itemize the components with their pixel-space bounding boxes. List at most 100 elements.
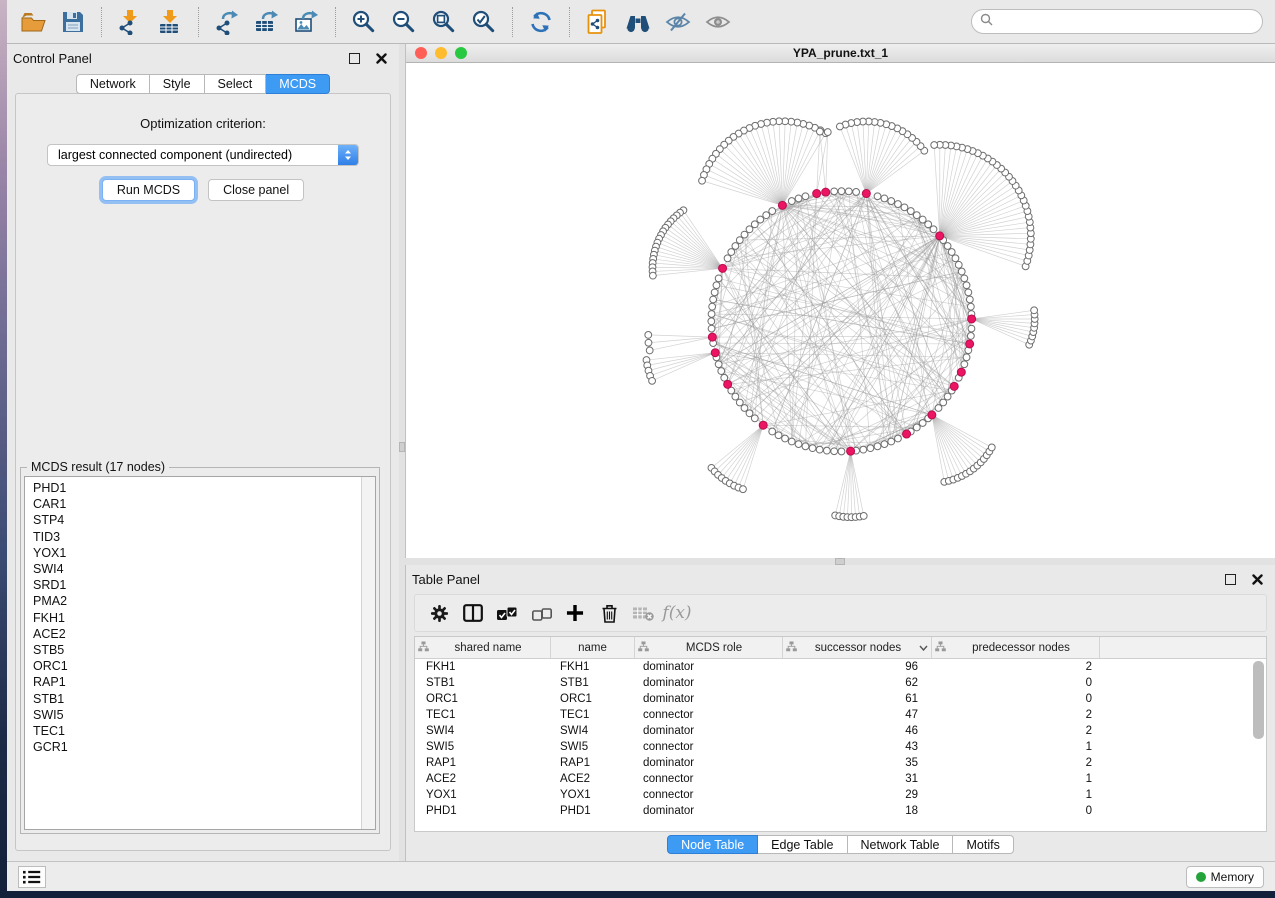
mcds-result-item[interactable]: YOX1: [33, 545, 375, 561]
tab-network[interactable]: Network: [76, 74, 150, 94]
network-node[interactable]: [746, 226, 753, 233]
network-node[interactable]: [888, 198, 895, 205]
memory-button[interactable]: Memory: [1186, 866, 1264, 888]
mcds-result-item[interactable]: SWI5: [33, 707, 375, 723]
network-node[interactable]: [709, 303, 716, 310]
network-node[interactable]: [895, 435, 902, 442]
save-button[interactable]: [55, 5, 91, 39]
import-table-button[interactable]: [152, 5, 188, 39]
table-row[interactable]: PHD1PHD1dominator180: [415, 803, 1266, 819]
mcds-result-item[interactable]: ORC1: [33, 658, 375, 674]
mcds-node[interactable]: [903, 430, 911, 438]
mcds-result-item[interactable]: STB5: [33, 642, 375, 658]
network-node[interactable]: [860, 513, 867, 520]
mcds-node[interactable]: [719, 264, 727, 272]
network-node[interactable]: [881, 441, 888, 448]
network-node[interactable]: [930, 226, 937, 233]
table-row[interactable]: ORC1ORC1dominator610: [415, 691, 1266, 707]
table-cell[interactable]: 1: [932, 773, 1100, 785]
table-row[interactable]: STB1STB1dominator620: [415, 675, 1266, 691]
mcds-node[interactable]: [708, 333, 716, 341]
table-cell[interactable]: 43: [783, 741, 932, 753]
run-mcds-button[interactable]: Run MCDS: [102, 179, 195, 201]
network-node[interactable]: [907, 208, 914, 215]
network-node[interactable]: [728, 249, 735, 256]
network-node[interactable]: [824, 129, 831, 136]
network-node[interactable]: [963, 354, 970, 361]
network-node[interactable]: [967, 303, 974, 310]
mcds-result-item[interactable]: STB1: [33, 691, 375, 707]
delete-column-button[interactable]: [593, 598, 625, 628]
network-node[interactable]: [711, 289, 718, 296]
table-row[interactable]: YOX1YOX1connector291: [415, 787, 1266, 803]
refresh-button[interactable]: [523, 5, 559, 39]
network-node[interactable]: [958, 268, 965, 275]
network-node[interactable]: [919, 216, 926, 223]
mcds-node[interactable]: [936, 232, 944, 240]
close-window-button[interactable]: [415, 47, 427, 59]
network-node[interactable]: [795, 195, 802, 202]
table-cell[interactable]: 61: [783, 693, 932, 705]
table-cell[interactable]: 0: [932, 677, 1100, 689]
network-node[interactable]: [736, 237, 743, 244]
close-panel-button[interactable]: [374, 51, 389, 66]
table-cell[interactable]: dominator: [635, 805, 783, 817]
table-cell[interactable]: 35: [783, 757, 932, 769]
show-panels-button[interactable]: [18, 866, 46, 888]
table-cell[interactable]: SWI5: [415, 741, 551, 753]
table-cell[interactable]: 2: [932, 757, 1100, 769]
network-node[interactable]: [816, 128, 823, 135]
select-all-button[interactable]: [491, 598, 523, 628]
mcds-node[interactable]: [968, 315, 976, 323]
float-panel-button[interactable]: [347, 51, 362, 66]
table-cell[interactable]: TEC1: [551, 709, 635, 721]
mcds-node[interactable]: [822, 188, 830, 196]
table-cell[interactable]: connector: [635, 741, 783, 753]
network-node[interactable]: [715, 275, 722, 282]
network-node[interactable]: [838, 188, 845, 195]
network-node[interactable]: [968, 325, 975, 332]
table-cell[interactable]: TEC1: [415, 709, 551, 721]
mcds-node[interactable]: [778, 201, 786, 209]
mcds-node[interactable]: [759, 421, 767, 429]
network-node[interactable]: [649, 272, 656, 279]
network-node[interactable]: [795, 441, 802, 448]
vertical-splitter[interactable]: [399, 44, 405, 861]
network-node[interactable]: [782, 435, 789, 442]
network-node[interactable]: [751, 221, 758, 228]
horizontal-splitter[interactable]: [405, 558, 1275, 565]
network-node[interactable]: [769, 428, 776, 435]
table-cell[interactable]: 1: [932, 789, 1100, 801]
network-node[interactable]: [699, 177, 706, 184]
table-cell[interactable]: 47: [783, 709, 932, 721]
table-cell[interactable]: 96: [783, 661, 932, 673]
table-cell[interactable]: dominator: [635, 693, 783, 705]
table-cell[interactable]: 1: [932, 741, 1100, 753]
mcds-result-item[interactable]: FKH1: [33, 610, 375, 626]
search-input[interactable]: [999, 14, 1254, 30]
network-node[interactable]: [809, 445, 816, 452]
table-cell[interactable]: connector: [635, 773, 783, 785]
network-node[interactable]: [769, 208, 776, 215]
network-node[interactable]: [802, 443, 809, 450]
open-button[interactable]: [15, 5, 51, 39]
table-row[interactable]: RAP1RAP1dominator352: [415, 755, 1266, 771]
tab-network-table[interactable]: Network Table: [848, 835, 954, 854]
network-node[interactable]: [816, 446, 823, 453]
table-cell[interactable]: SWI5: [551, 741, 635, 753]
export-table-button[interactable]: [249, 5, 285, 39]
network-node[interactable]: [952, 255, 959, 262]
mcds-node[interactable]: [724, 380, 732, 388]
zoom-out-button[interactable]: [386, 5, 422, 39]
mcds-result-item[interactable]: CAR1: [33, 496, 375, 512]
network-node[interactable]: [913, 424, 920, 431]
mcds-node[interactable]: [813, 190, 821, 198]
network-node[interactable]: [708, 311, 715, 318]
table-cell[interactable]: 2: [932, 725, 1100, 737]
network-node[interactable]: [718, 368, 725, 375]
network-node[interactable]: [746, 410, 753, 417]
network-node[interactable]: [646, 347, 653, 354]
import-network-button[interactable]: [112, 5, 148, 39]
network-node[interactable]: [881, 195, 888, 202]
mcds-result-item[interactable]: ACE2: [33, 626, 375, 642]
